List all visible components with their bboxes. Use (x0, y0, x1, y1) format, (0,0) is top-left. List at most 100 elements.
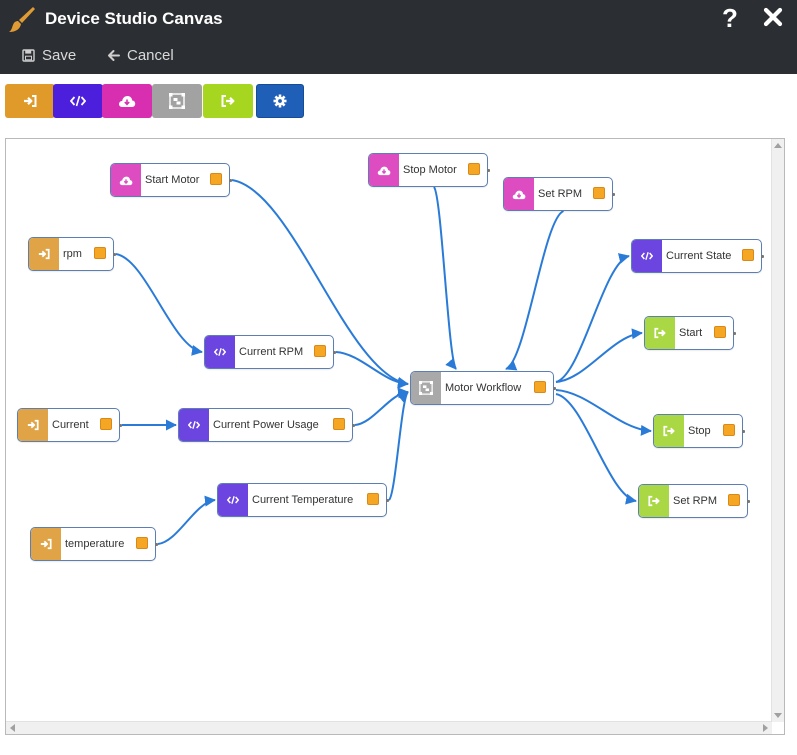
node-label: Current Power Usage (213, 419, 319, 431)
add-transform-button[interactable] (53, 84, 103, 118)
node-set-rpm-out[interactable]: Set RPM (638, 484, 750, 518)
edge-temperature-to-current-temp[interactable] (157, 495, 216, 545)
scroll-right-arrow-icon[interactable] (763, 724, 768, 732)
vertical-scrollbar[interactable] (771, 139, 784, 722)
node-label: Current (52, 419, 89, 431)
edge-motor-workflow-to-start-out[interactable] (555, 328, 643, 383)
node-status-indicator[interactable] (742, 249, 754, 261)
cancel-button[interactable]: Cancel (107, 47, 174, 64)
edge-current-temp-to-motor-workflow[interactable] (388, 391, 409, 501)
node-current[interactable]: Current (17, 408, 122, 442)
node-motor-workflow[interactable]: Motor Workflow (410, 371, 556, 405)
edge-current-power-to-motor-workflow[interactable] (354, 387, 409, 426)
node-set-rpm-cmd[interactable]: Set RPM (503, 177, 615, 211)
sign-out-icon (639, 485, 669, 517)
node-status-indicator[interactable] (367, 493, 379, 505)
node-label: Current Temperature (252, 494, 354, 506)
node-label: Stop Motor (403, 164, 457, 176)
node-stop-out[interactable]: Stop (653, 414, 745, 448)
node-status-indicator[interactable] (534, 381, 546, 393)
sign-in-icon (18, 409, 48, 441)
node-label: Stop (688, 425, 711, 437)
node-current-power[interactable]: Current Power Usage (178, 408, 355, 442)
node-status-indicator[interactable] (94, 247, 106, 259)
output-port[interactable] (733, 332, 736, 335)
output-port[interactable] (553, 387, 556, 390)
node-current-rpm[interactable]: Current RPM (204, 335, 336, 369)
output-port[interactable] (119, 424, 122, 427)
output-port[interactable] (155, 543, 158, 546)
workflow-icon (169, 93, 185, 109)
code-icon (179, 409, 209, 441)
arrow-left-icon (108, 50, 120, 61)
node-status-indicator[interactable] (468, 163, 480, 175)
add-workflow-button[interactable] (152, 84, 202, 118)
flow-canvas[interactable]: Start Motor Stop Motor Set RPM rpm Current R… (5, 138, 785, 735)
sign-in-icon (24, 95, 37, 107)
output-port[interactable] (612, 193, 615, 196)
save-button[interactable]: Save (22, 47, 76, 64)
node-label: Current State (666, 250, 732, 262)
paint-brush-icon (9, 7, 35, 32)
edge-rpm-to-current-rpm[interactable] (115, 253, 203, 356)
output-port[interactable] (386, 499, 389, 502)
sign-in-icon (31, 528, 61, 560)
node-label: temperature (65, 538, 125, 550)
edge-stop-motor-to-motor-workflow[interactable] (433, 186, 457, 370)
output-port[interactable] (761, 255, 764, 258)
output-port[interactable] (113, 253, 116, 256)
node-status-indicator[interactable] (333, 418, 345, 430)
edge-motor-workflow-to-stop-out[interactable] (555, 389, 652, 436)
node-status-indicator[interactable] (136, 537, 148, 549)
node-temperature[interactable]: temperature (30, 527, 158, 561)
cloud-download-icon (118, 96, 136, 107)
node-status-indicator[interactable] (210, 173, 222, 185)
sign-out-icon (645, 317, 675, 349)
horizontal-scrollbar[interactable] (6, 721, 772, 734)
node-rpm[interactable]: rpm (28, 237, 116, 271)
node-status-indicator[interactable] (723, 424, 735, 436)
edge-set-rpm-cmd-to-motor-workflow[interactable] (505, 210, 565, 371)
sign-in-icon (29, 238, 59, 270)
output-port[interactable] (742, 430, 745, 433)
node-status-indicator[interactable] (593, 187, 605, 199)
node-current-temp[interactable]: Current Temperature (217, 483, 389, 517)
cloud-download-icon (504, 178, 534, 210)
code-icon (205, 336, 235, 368)
output-port[interactable] (229, 179, 232, 182)
node-start-out[interactable]: Start (644, 316, 736, 350)
edge-motor-workflow-to-set-rpm-out[interactable] (555, 393, 637, 505)
save-label: Save (42, 47, 77, 64)
edge-current-rpm-to-motor-workflow[interactable] (335, 351, 409, 389)
code-icon (632, 240, 662, 272)
node-status-indicator[interactable] (714, 326, 726, 338)
add-command-button[interactable] (102, 84, 152, 118)
output-port[interactable] (333, 351, 336, 354)
add-output-button[interactable] (203, 84, 253, 118)
node-label: Current RPM (239, 346, 304, 358)
code-icon (218, 484, 248, 516)
node-label: Start (679, 327, 703, 339)
node-start-motor[interactable]: Start Motor (110, 163, 232, 197)
node-status-indicator[interactable] (728, 494, 740, 506)
help-icon[interactable]: ? (722, 3, 738, 34)
close-icon[interactable] (762, 6, 784, 28)
scroll-left-arrow-icon[interactable] (10, 724, 15, 732)
output-port[interactable] (352, 424, 355, 427)
node-label: Set RPM (673, 495, 718, 507)
node-status-indicator[interactable] (100, 418, 112, 430)
scroll-up-arrow-icon[interactable] (774, 143, 782, 148)
sign-out-icon (654, 415, 684, 447)
cloud-download-icon (369, 154, 399, 186)
output-port[interactable] (487, 169, 490, 172)
node-stop-motor[interactable]: Stop Motor (368, 153, 490, 187)
output-port[interactable] (747, 500, 750, 503)
node-current-state[interactable]: Current State (631, 239, 764, 273)
node-status-indicator[interactable] (314, 345, 326, 357)
floppy-icon (22, 49, 35, 62)
scroll-down-arrow-icon[interactable] (774, 713, 782, 718)
add-input-button[interactable] (5, 84, 55, 118)
node-label: Motor Workflow (445, 382, 522, 394)
workflow-icon (411, 372, 441, 404)
settings-button[interactable] (256, 84, 304, 118)
